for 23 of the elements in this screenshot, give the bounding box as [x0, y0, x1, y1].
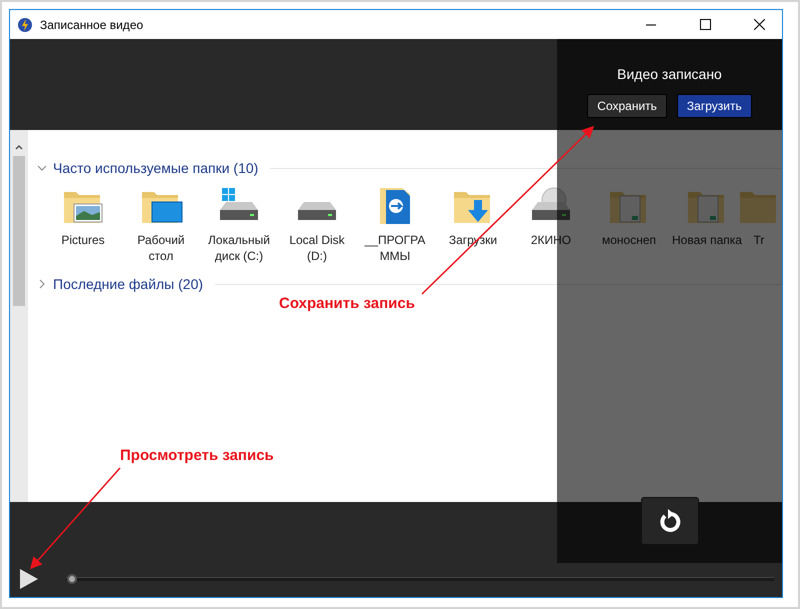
group-header[interactable]: Последние файлы (20) [53, 276, 204, 292]
play-icon [20, 569, 38, 589]
chevron-down-icon[interactable] [37, 163, 47, 173]
save-button[interactable]: Сохранить [587, 94, 667, 118]
seek-thumb[interactable] [67, 574, 77, 584]
item-label[interactable]: Локальный диск (C:) [204, 232, 274, 264]
item-label[interactable]: Рабочий стол [126, 232, 196, 264]
up-chevron-icon [15, 144, 23, 150]
scrollbar-thumb[interactable] [13, 156, 25, 306]
window-title: Записанное видео [40, 18, 144, 32]
item-label[interactable]: Pictures [48, 232, 118, 248]
maximize-icon [700, 19, 710, 30]
replay-button[interactable] [640, 497, 698, 545]
upload-button[interactable]: Загрузить [676, 94, 752, 118]
close-icon [754, 19, 764, 30]
chevron-right-icon[interactable] [37, 279, 47, 289]
annotation-text: Просмотреть запись [120, 447, 274, 464]
group-header[interactable]: Часто используемые папки (10) [53, 160, 258, 176]
app-logo-icon [18, 18, 32, 32]
item-label[interactable]: Local Disk (D:) [282, 232, 352, 264]
panel-title: Видео записано [617, 66, 722, 82]
annotation-text: Сохранить запись [279, 295, 415, 312]
item-label[interactable]: __ПРОГРАММЫ [360, 232, 430, 264]
